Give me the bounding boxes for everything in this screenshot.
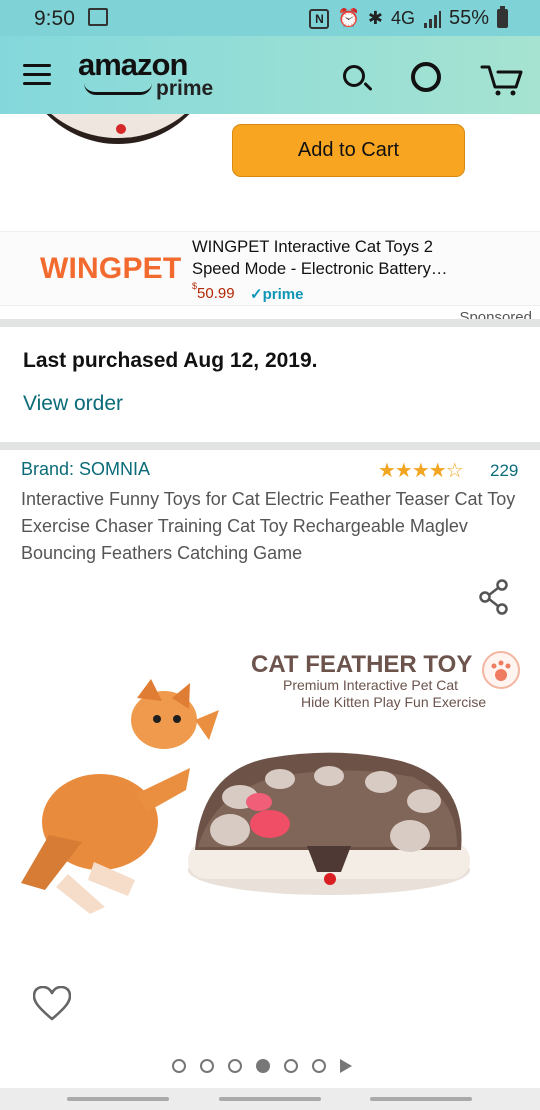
signal-icon — [423, 10, 441, 28]
carousel-dot[interactable] — [312, 1059, 326, 1073]
carousel-dot[interactable] — [200, 1059, 214, 1073]
toy-button-image — [116, 124, 126, 134]
image-carousel-indicators[interactable] — [172, 1059, 352, 1073]
battery-icon — [497, 6, 508, 28]
battery-percent: 55% — [448, 7, 489, 29]
product-title: Interactive Funny Toys for Cat Electric … — [21, 489, 516, 563]
wishlist-heart-icon[interactable] — [33, 986, 71, 1022]
network-label: 4G — [390, 8, 415, 28]
image-subheading-line-1: Premium Interactive Pet Cat — [283, 677, 458, 693]
app-header: amazon prime — [0, 36, 540, 114]
sponsored-ad-title-line-2: Speed Mode - Electronic Battery… — [192, 259, 448, 278]
cart-icon[interactable] — [480, 62, 524, 96]
add-to-cart-button[interactable]: Add to Cart — [232, 124, 465, 177]
logo-amazon-text: amazon — [78, 47, 188, 82]
back-button[interactable] — [370, 1097, 472, 1101]
status-icons: N ⏰ ✱ 4G 55% — [309, 6, 508, 30]
alexa-icon[interactable] — [411, 62, 441, 92]
wingpet-logo: WINGPET — [40, 252, 182, 285]
price-currency: $ — [192, 281, 198, 291]
bluetooth-icon: ✱ — [367, 8, 383, 28]
sponsored-ad-title-line-1: WINGPET Interactive Cat Toys 2 — [192, 237, 433, 256]
alarm-icon: ⏰ — [337, 8, 360, 28]
recent-apps-button[interactable] — [67, 1097, 169, 1101]
home-button[interactable] — [219, 1097, 321, 1101]
logo-smile-icon — [84, 83, 152, 95]
sponsored-ad-card[interactable]: WINGPET WINGPET Interactive Cat Toys 2 S… — [0, 231, 540, 306]
rating-stars[interactable]: ★★★★☆ — [378, 458, 464, 483]
review-count-link[interactable]: 229 — [490, 461, 518, 481]
logo-prime-text: prime — [156, 77, 214, 100]
carousel-dot[interactable] — [228, 1059, 242, 1073]
carousel-dot-active[interactable] — [256, 1059, 270, 1073]
product-image[interactable]: CAT FEATHER TOY Premium Interactive Pet … — [12, 628, 532, 945]
prime-badge: ✓prime — [250, 286, 304, 303]
status-time: 9:50 — [34, 7, 75, 30]
gallery-icon — [88, 8, 108, 26]
section-divider — [0, 442, 540, 450]
section-divider — [0, 319, 540, 327]
amazon-prime-logo[interactable]: amazon prime — [78, 49, 228, 105]
ad-product-thumbnail[interactable] — [18, 114, 218, 148]
android-navigation-bar — [0, 1088, 540, 1110]
search-icon[interactable] — [343, 65, 365, 87]
nfc-icon: N — [309, 8, 330, 29]
image-subheading-line-2: Hide Kitten Play Fun Exercise — [301, 694, 486, 710]
carousel-dot[interactable] — [284, 1059, 298, 1073]
paw-logo-icon — [482, 651, 520, 689]
share-icon[interactable] — [477, 579, 511, 615]
view-order-link[interactable]: View order — [23, 392, 123, 416]
image-heading: CAT FEATHER TOY — [251, 651, 472, 678]
price-value: 50.99 — [197, 285, 235, 302]
status-bar: 9:50 N ⏰ ✱ 4G 55% — [0, 0, 540, 36]
last-purchased-text: Last purchased Aug 12, 2019. — [23, 349, 318, 372]
sponsored-ad-price: $50.99 — [192, 281, 235, 302]
brand-link[interactable]: Brand: SOMNIA — [21, 459, 150, 480]
carousel-dot[interactable] — [172, 1059, 186, 1073]
sponsored-ad-title[interactable]: WINGPET Interactive Cat Toys 2 Speed Mod… — [192, 236, 502, 280]
play-video-icon[interactable] — [340, 1059, 352, 1073]
menu-icon[interactable] — [23, 64, 51, 86]
